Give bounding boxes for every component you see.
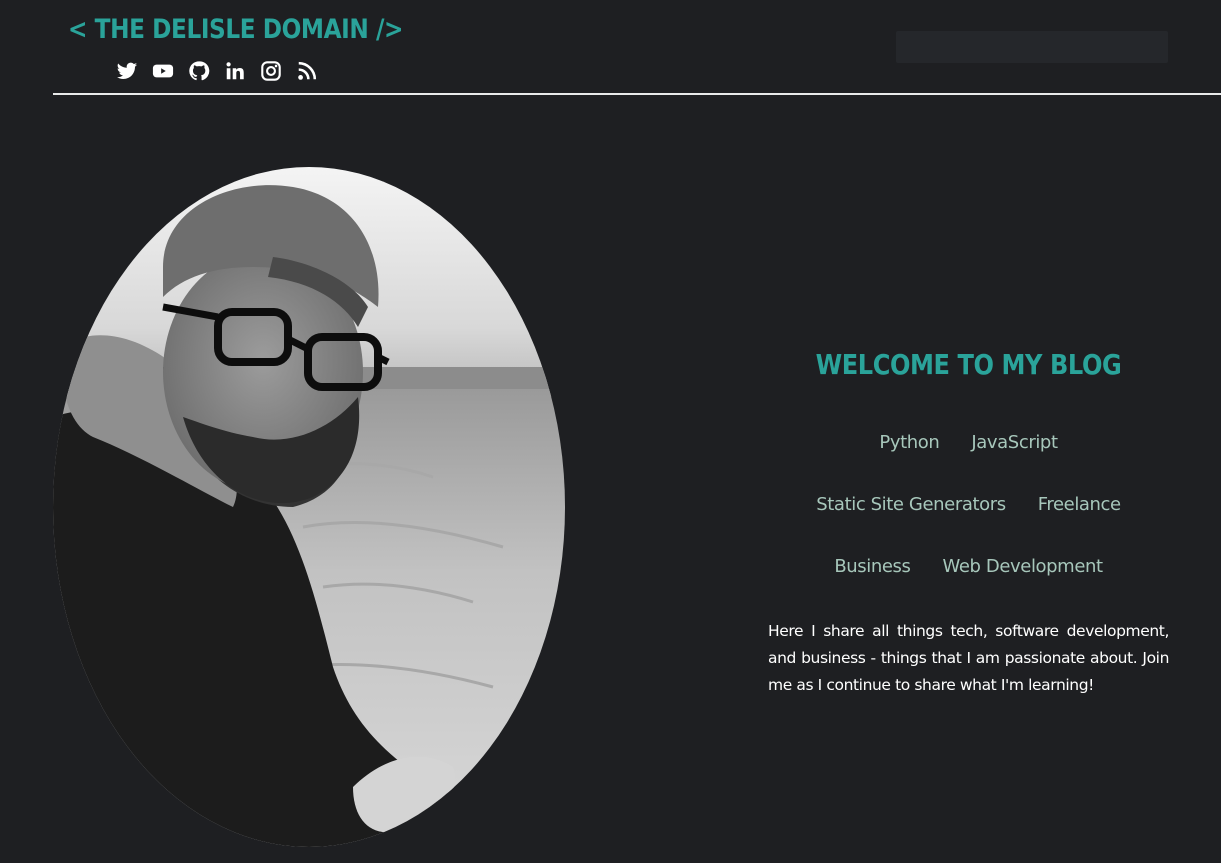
profile-photo-image [53, 167, 565, 847]
tag-link-python[interactable]: Python [879, 432, 939, 494]
tag-link-web-development[interactable]: Web Development [943, 556, 1104, 618]
rss-link[interactable] [296, 60, 318, 82]
twitter-link[interactable] [116, 60, 138, 82]
tag-link-freelance[interactable]: Freelance [1038, 494, 1121, 556]
profile-photo [53, 167, 565, 847]
social-links [116, 60, 318, 82]
youtube-link[interactable] [152, 60, 174, 82]
tag-link-javascript[interactable]: JavaScript [971, 432, 1058, 494]
twitter-icon [116, 62, 138, 79]
linkedin-icon [226, 62, 244, 80]
instagram-icon [261, 61, 281, 81]
instagram-link[interactable] [260, 60, 282, 82]
github-link[interactable] [188, 60, 210, 82]
welcome-title: WELCOME TO MY BLOG [815, 348, 1122, 381]
blog-description: Here I share all things tech, software d… [768, 622, 1169, 694]
linkedin-link[interactable] [224, 60, 246, 82]
tag-list: Python JavaScript Static Site Generators… [768, 432, 1169, 618]
github-icon [189, 61, 210, 81]
tag-row: Python JavaScript [768, 432, 1169, 494]
tag-row: Business Web Development [768, 556, 1169, 618]
rss-icon [298, 61, 317, 80]
tag-link-business[interactable]: Business [834, 556, 911, 618]
header-divider [53, 93, 1221, 95]
search-input[interactable] [896, 31, 1168, 63]
tag-link-static-site-generators[interactable]: Static Site Generators [816, 494, 1006, 556]
site-header: < THE DELISLE DOMAIN /> [0, 0, 1221, 96]
tag-row: Static Site Generators Freelance [768, 494, 1169, 556]
youtube-icon [152, 64, 174, 78]
site-logo-link[interactable]: < THE DELISLE DOMAIN /> [68, 14, 404, 45]
